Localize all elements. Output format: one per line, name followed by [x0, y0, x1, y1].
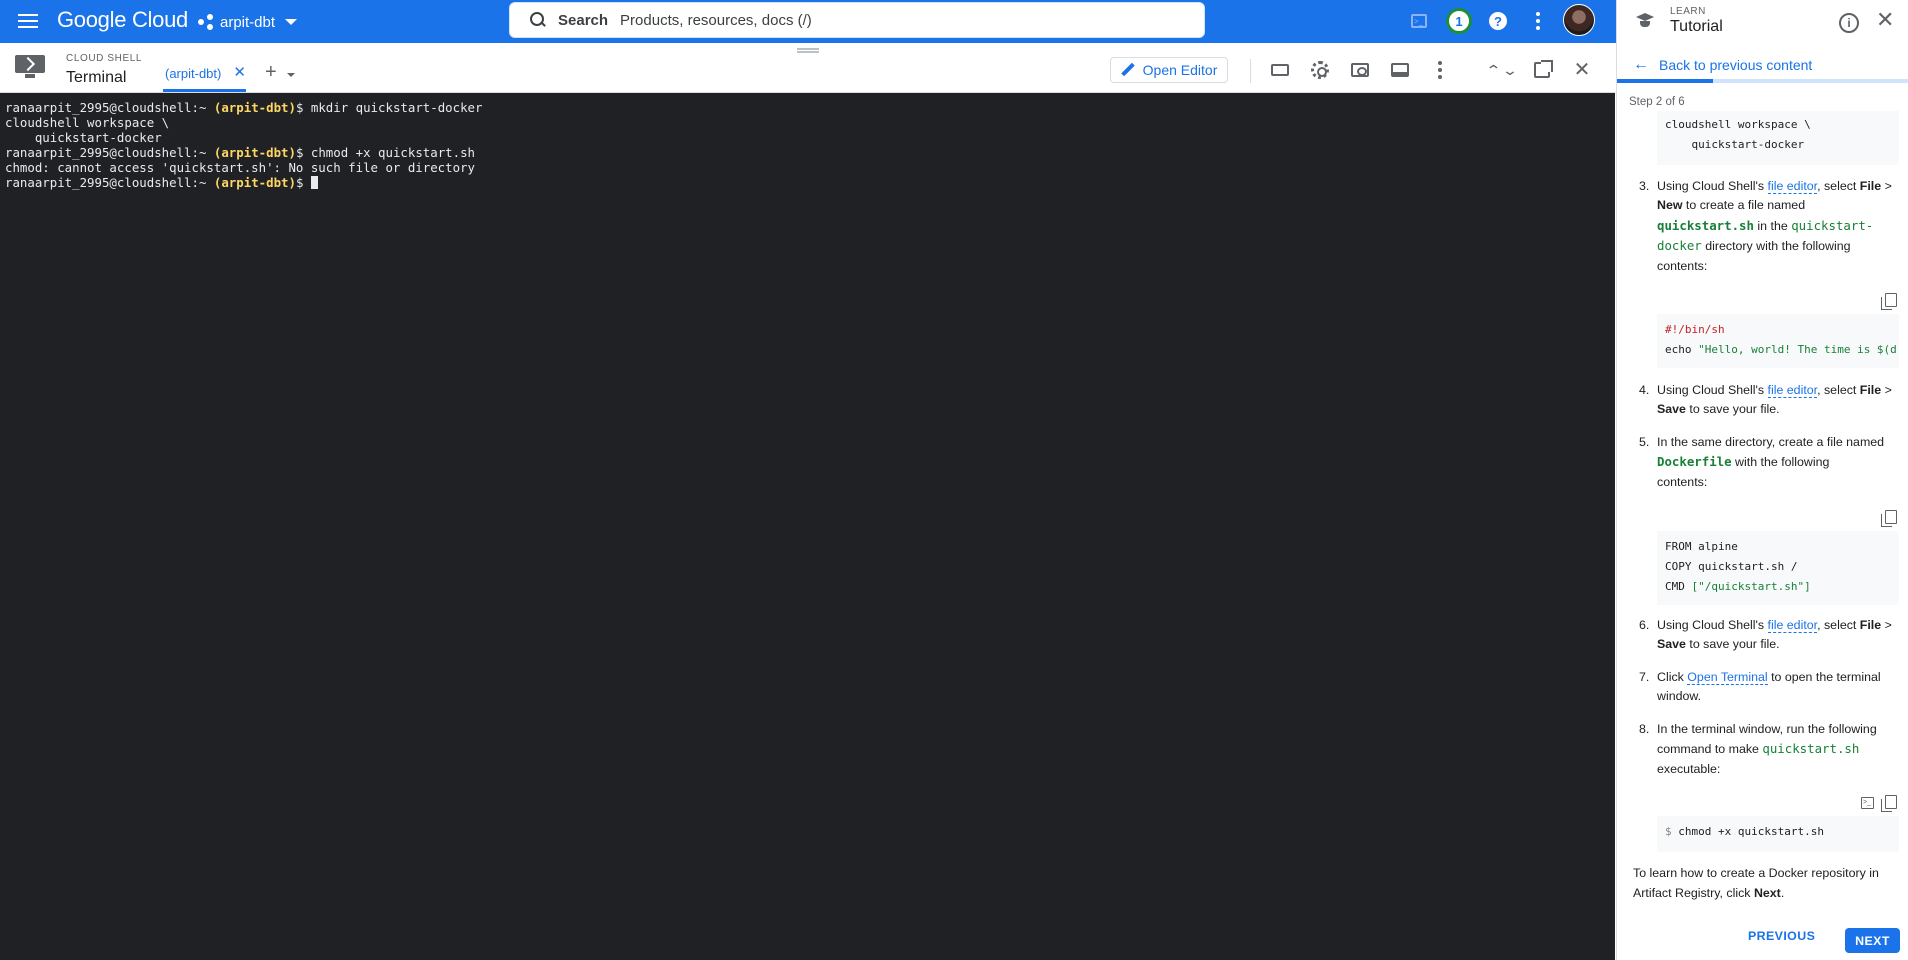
step-number: 7. — [1639, 670, 1650, 684]
add-tab-icon[interactable]: + — [265, 62, 277, 82]
web-preview-icon[interactable] — [1348, 58, 1372, 82]
resize-handle[interactable] — [797, 48, 819, 53]
help-icon[interactable]: ? — [1486, 9, 1510, 33]
step-7-text: Click Open Terminal to open the terminal… — [1657, 670, 1881, 704]
step-number: 3. — [1639, 179, 1650, 193]
file-editor-link[interactable]: file editor — [1767, 383, 1818, 398]
run-in-terminal-icon[interactable]: >_ — [1861, 797, 1874, 809]
code-block: cloudshell workspace \ quickstart-docker — [1657, 111, 1899, 165]
step-6-text: Using Cloud Shell's file editor, select … — [1657, 618, 1892, 652]
copy-icon[interactable] — [1881, 510, 1897, 527]
terminal-output[interactable]: ranaarpit_2995@cloudshell:~ (arpit-dbt)$… — [0, 93, 1615, 960]
cloud-shell-icon — [15, 55, 45, 79]
project-name: arpit-dbt — [220, 13, 276, 31]
more-vert-icon[interactable] — [1526, 9, 1550, 33]
info-icon[interactable]: i — [1839, 13, 1859, 33]
back-to-previous-content-link[interactable]: ← Back to previous content — [1633, 56, 1812, 74]
keyboard-icon[interactable] — [1268, 58, 1292, 82]
terminal-title: Terminal — [66, 69, 127, 86]
search-bar[interactable]: Search Products, resources, docs (/) — [509, 2, 1205, 38]
close-tutorial-icon[interactable]: ✕ — [1876, 9, 1894, 31]
open-editor-button[interactable]: Open Editor — [1110, 57, 1228, 83]
project-picker[interactable]: arpit-dbt — [198, 11, 298, 33]
help-glyph: ? — [1489, 12, 1507, 30]
pencil-icon — [1121, 63, 1135, 77]
previous-button[interactable]: PREVIOUS — [1748, 929, 1815, 943]
search-icon — [530, 12, 546, 28]
tutorial-panel: LEARN Tutorial i ✕ ← Back to previous co… — [1616, 0, 1908, 960]
top-app-bar: Google Cloud arpit-dbt Search Products, … — [0, 0, 1616, 43]
code-block: #!/bin/sh echo "Hello, world! The time is… — [1657, 314, 1899, 368]
cloud-shell-header: CLOUD SHELL Terminal (arpit-dbt) ✕ + Ope… — [0, 43, 1615, 93]
next-step-hint: To learn how to create a Docker reposito… — [1633, 866, 1879, 900]
search-placeholder: Products, resources, docs (/) — [620, 11, 812, 29]
layout-panel-icon[interactable] — [1388, 58, 1412, 82]
arrow-back-icon: ← — [1633, 56, 1649, 73]
hamburger-menu-icon[interactable] — [18, 10, 40, 32]
step-number: 6. — [1639, 618, 1650, 632]
tutorial-progress-bar — [1617, 79, 1908, 83]
progress-fill — [1617, 79, 1714, 83]
toolbar-divider — [1250, 59, 1251, 83]
tab-label: (arpit-dbt) — [165, 66, 222, 81]
terminal-line: ranaarpit_2995@cloudshell:~ (arpit-dbt)$… — [5, 145, 475, 160]
copy-icon[interactable] — [1881, 795, 1897, 812]
graduation-cap-icon — [1634, 13, 1658, 29]
avatar[interactable] — [1563, 4, 1595, 36]
terminal-line: cloudshell workspace \ — [5, 115, 170, 130]
back-link-label: Back to previous content — [1659, 57, 1813, 73]
file-editor-link[interactable]: file editor — [1767, 179, 1818, 194]
terminal-line: ranaarpit_2995@cloudshell:~ (arpit-dbt)$… — [5, 100, 483, 115]
file-editor-link[interactable]: file editor — [1767, 618, 1818, 633]
open-terminal-link[interactable]: Open Terminal — [1687, 670, 1768, 685]
google-cloud-logo[interactable]: Google Cloud — [57, 7, 188, 33]
tutorial-title: Tutorial — [1670, 18, 1723, 35]
next-button[interactable]: NEXT — [1845, 928, 1900, 953]
terminal-line: quickstart-docker — [5, 130, 162, 145]
tutorial-content[interactable]: cloudshell workspace \ quickstart-docker… — [1617, 111, 1908, 901]
terminal-cursor — [310, 176, 318, 189]
more-vert-icon[interactable] — [1428, 58, 1452, 82]
learn-label: LEARN — [1670, 6, 1706, 17]
open-in-new-window-icon[interactable] — [1530, 58, 1554, 82]
step-4-text: Using Cloud Shell's file editor, select … — [1657, 383, 1892, 417]
code-block: FROM alpine COPY quickstart.sh / CMD ["/qu… — [1657, 531, 1899, 605]
code-block: $ chmod +x quickstart.sh — [1657, 816, 1899, 852]
open-editor-label: Open Editor — [1142, 62, 1218, 78]
step-number: 5. — [1639, 435, 1650, 449]
tutorial-header: LEARN Tutorial i ✕ — [1617, 0, 1908, 43]
add-tab-dropdown-icon[interactable] — [287, 73, 295, 77]
notifications-badge[interactable]: 1 — [1446, 8, 1472, 34]
step-number: 8. — [1639, 722, 1650, 736]
terminal-prompt-line: ranaarpit_2995@cloudshell:~ (arpit-dbt)$ — [5, 175, 1610, 190]
step-3-text: Using Cloud Shell's file editor, select … — [1657, 179, 1892, 273]
step-8-text: In the terminal window, run the followin… — [1657, 722, 1877, 776]
copy-icon[interactable] — [1881, 293, 1897, 310]
step-indicator: Step 2 of 6 — [1629, 96, 1685, 108]
chevron-down-icon — [285, 19, 298, 25]
activate-cloud-shell-icon[interactable]: >_ — [1407, 9, 1431, 33]
tab-active-indicator — [163, 89, 246, 92]
minimize-icon[interactable]: ⌃⌄ — [1486, 58, 1519, 82]
search-label: Search — [558, 11, 609, 29]
close-tab-icon[interactable]: ✕ — [233, 65, 246, 80]
cloud-shell-label: CLOUD SHELL — [66, 53, 143, 64]
project-nodes-icon — [198, 14, 214, 30]
gear-icon[interactable] — [1308, 58, 1332, 82]
step-5-text: In the same directory, create a file nam… — [1657, 435, 1885, 489]
close-icon[interactable]: ✕ — [1570, 58, 1594, 82]
terminal-line: chmod: cannot access 'quickstart.sh': No… — [5, 160, 475, 175]
tab-arpit-dbt[interactable]: (arpit-dbt) ✕ — [163, 65, 246, 92]
step-number: 4. — [1639, 383, 1650, 397]
